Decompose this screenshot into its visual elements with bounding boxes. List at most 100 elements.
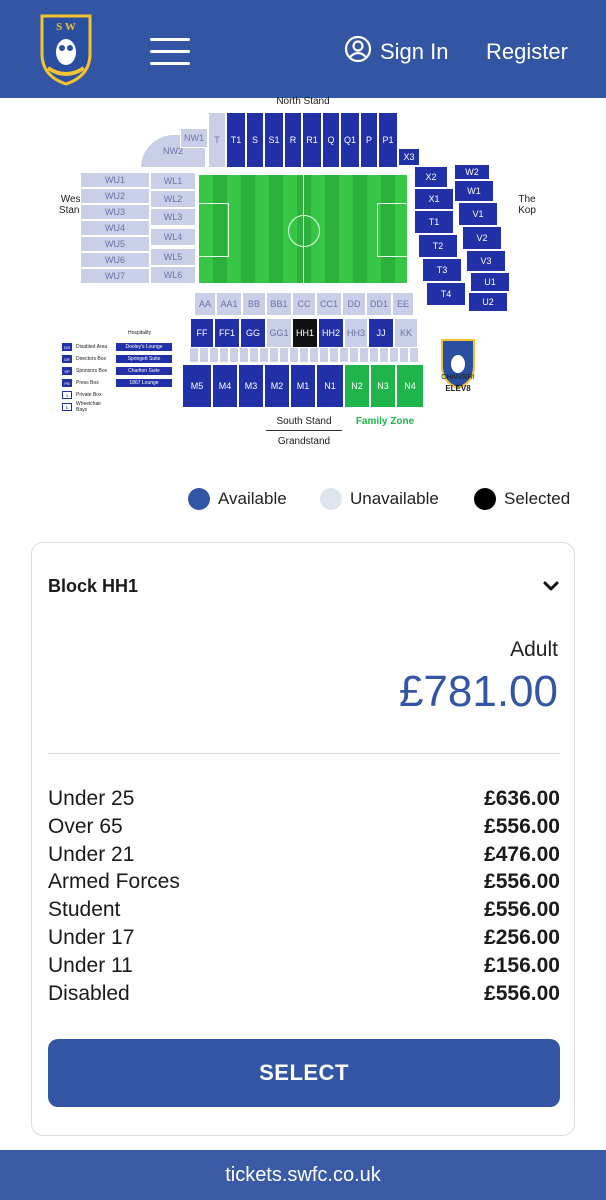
block-wl5: WL5	[150, 248, 196, 266]
block-ff[interactable]: FF	[190, 318, 214, 348]
block-dd1: DD1	[366, 292, 392, 316]
block-w2[interactable]: W2	[454, 164, 490, 180]
sponsor-name: CHANSIRI	[441, 374, 475, 381]
block-v3[interactable]: V3	[466, 250, 506, 272]
block-s[interactable]: S	[246, 112, 264, 168]
block-jj[interactable]: JJ	[368, 318, 394, 348]
block-wu6: WU6	[80, 252, 150, 268]
selected-dot-icon	[474, 488, 496, 510]
url-bar: tickets.swfc.co.uk	[0, 1150, 606, 1200]
price-row-value: £556.00	[484, 898, 560, 922]
block-dd: DD	[342, 292, 366, 316]
block-m4[interactable]: M4	[212, 364, 238, 408]
block-aa: AA	[194, 292, 216, 316]
chevron-down-icon[interactable]	[542, 577, 560, 595]
select-button[interactable]: SELECT	[48, 1039, 560, 1107]
block-t4[interactable]: T4	[426, 282, 466, 306]
price-row: Over 65 £556.00	[48, 813, 560, 841]
price-row-label: Under 17	[48, 925, 135, 949]
block-q1[interactable]: Q1	[340, 112, 360, 168]
price-row-value: £556.00	[484, 814, 560, 838]
block-n3[interactable]: N3	[370, 364, 396, 408]
block-x3[interactable]: X3	[398, 148, 420, 166]
block-w1[interactable]: W1	[454, 180, 494, 202]
north-stand-label: North Stand	[276, 96, 330, 107]
block-p1[interactable]: P1	[378, 112, 398, 168]
block-wl6: WL6	[150, 266, 196, 284]
menu-icon[interactable]	[150, 36, 192, 68]
price-row-label: Student	[48, 898, 121, 922]
family-zone-label: Family Zone	[355, 416, 415, 427]
map-key-item: SP Sponsors Box Charlton Suite	[62, 366, 172, 376]
map-key-label: Wheelchair Bays	[76, 401, 102, 413]
block-v1[interactable]: V1	[458, 202, 498, 226]
block-ff1[interactable]: FF1	[214, 318, 240, 348]
block-x2[interactable]: X2	[414, 166, 448, 188]
block-wl1: WL1	[150, 172, 196, 190]
block-r1[interactable]: R1	[302, 112, 322, 168]
sign-in-link[interactable]: Sign In	[344, 35, 449, 69]
price-row-label: Armed Forces	[48, 870, 180, 894]
block-wu2: WU2	[80, 188, 150, 204]
block-x1[interactable]: X1	[414, 188, 454, 210]
block-m2[interactable]: M2	[264, 364, 290, 408]
block-gg[interactable]: GG	[240, 318, 266, 348]
block-r[interactable]: R	[284, 112, 302, 168]
legend-available: Available	[188, 488, 287, 510]
svg-text:S W: S W	[56, 21, 76, 33]
block-m3[interactable]: M3	[238, 364, 264, 408]
block-u1[interactable]: U1	[470, 272, 510, 292]
block-wl4: WL4	[150, 228, 196, 246]
price-row-value: £636.00	[484, 787, 560, 810]
block-m5[interactable]: M5	[182, 364, 212, 408]
map-key-code: DIS	[62, 343, 72, 351]
block-n4[interactable]: N4	[396, 364, 424, 408]
block-t2[interactable]: T2	[418, 234, 458, 258]
block-p[interactable]: P	[360, 112, 378, 168]
block-gg1: GG1	[266, 318, 292, 348]
price-row-label: Under 11	[48, 953, 133, 977]
available-dot-icon	[188, 488, 210, 510]
map-key-code: PB	[62, 379, 72, 387]
block-wl3: WL3	[150, 208, 196, 226]
block-n1[interactable]: N1	[316, 364, 344, 408]
site-url: tickets.swfc.co.uk	[225, 1163, 381, 1186]
block-price-card: Block HH1 Adult £781.00 Under 25 £636.00 O…	[31, 542, 575, 1136]
sponsor-sub: ELEV8	[445, 384, 471, 393]
concession-price-list: Under 25 £636.00 Over 65 £556.00 Under 21 £47…	[48, 785, 560, 1007]
legend-unavailable-label: Unavailable	[350, 489, 439, 508]
block-t1-kop[interactable]: T1	[414, 210, 454, 234]
lounge-label: Dooley's Lounge	[116, 343, 172, 351]
block-t1[interactable]: T1	[226, 112, 246, 168]
lounge-label: 1867 Lounge	[116, 379, 172, 387]
map-key-code: SP	[62, 367, 72, 375]
map-key-label: Directors Box	[76, 356, 107, 362]
block-bb: BB	[242, 292, 266, 316]
block-q[interactable]: Q	[322, 112, 340, 168]
block-s1[interactable]: S1	[264, 112, 284, 168]
register-link[interactable]: Register	[486, 36, 568, 68]
block-hh2[interactable]: HH2	[318, 318, 344, 348]
club-crest-logo[interactable]: S W	[40, 14, 92, 86]
block-m1[interactable]: M1	[290, 364, 316, 408]
block-hh1-selected[interactable]: HH1	[292, 318, 318, 348]
price-row: Student £556.00	[48, 896, 560, 924]
block-accordion-header[interactable]: Block HH1	[48, 573, 560, 599]
map-key-label: Disabled Area	[76, 344, 108, 350]
sign-in-label: Sign In	[380, 39, 449, 64]
block-nw1: NW1	[180, 128, 208, 148]
block-title: Block HH1	[48, 576, 139, 596]
user-icon	[344, 35, 372, 69]
block-t3[interactable]: T3	[422, 258, 462, 282]
adult-price: £781.00	[398, 667, 558, 716]
price-row-label: Under 21	[48, 842, 135, 866]
block-v2[interactable]: V2	[462, 226, 502, 250]
block-wu5: WU5	[80, 236, 150, 252]
divider	[48, 753, 560, 754]
block-n2[interactable]: N2	[344, 364, 370, 408]
legend-unavailable: Unavailable	[320, 488, 439, 510]
block-u2[interactable]: U2	[468, 292, 508, 312]
map-key-label: Press Box	[76, 380, 99, 386]
price-row-label: Over 65	[48, 814, 123, 838]
price-row: Under 25 £636.00	[48, 785, 560, 813]
